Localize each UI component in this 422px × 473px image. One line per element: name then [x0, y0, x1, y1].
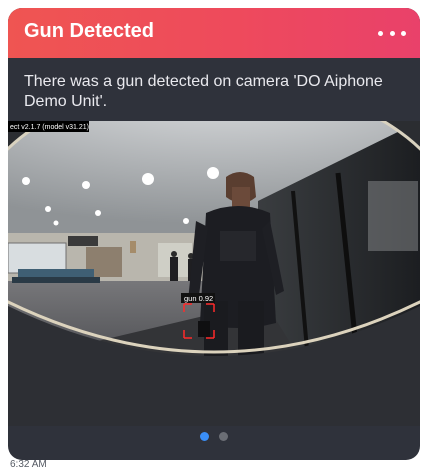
notification-card[interactable]: Gun Detected There was a gun detected on… [8, 8, 420, 460]
notification-message: There was a gun detected on camera 'DO A… [24, 73, 383, 110]
timestamp: 6:32 AM [10, 459, 47, 470]
camera-snapshot[interactable]: ect v2.1.7 (model v31.21) gun 0.92 [8, 121, 420, 426]
more-options-icon[interactable] [378, 21, 406, 45]
model-version-label: ect v2.1.7 (model v31.21) [10, 124, 89, 131]
page-dot-1[interactable] [200, 432, 209, 441]
notification-header: Gun Detected [8, 8, 420, 58]
detection-label: gun 0.92 [184, 294, 213, 303]
camera-scene: ect v2.1.7 (model v31.21) gun 0.92 [8, 121, 420, 426]
page-indicator [8, 432, 420, 448]
page-dot-2[interactable] [219, 432, 228, 441]
notification-title: Gun Detected [24, 20, 155, 42]
